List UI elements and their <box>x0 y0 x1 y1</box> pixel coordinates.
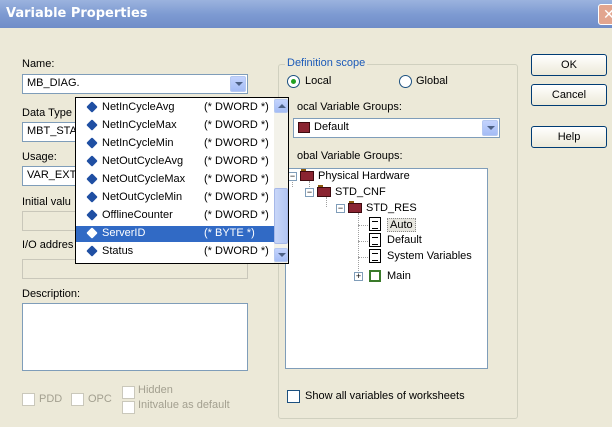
variable-icon <box>86 245 98 257</box>
ok-button[interactable]: OK <box>531 54 607 76</box>
expand-icon[interactable]: + <box>354 272 363 281</box>
local-label: Local <box>305 75 332 87</box>
show-all-label: Show all variables of worksheets <box>305 390 465 402</box>
list-item[interactable]: NetOutCycleMin (* DWORD *) <box>76 190 276 206</box>
document-icon <box>369 217 381 231</box>
list-item[interactable]: NetInCycleMax (* DWORD *) <box>76 118 276 134</box>
io-address-label: I/O addres <box>22 239 74 251</box>
variable-icon <box>86 173 98 185</box>
opc-checkbox <box>71 393 84 406</box>
list-item[interactable]: Status (* DWORD *) <box>76 244 276 260</box>
local-groups-value: Default <box>314 121 349 133</box>
chevron-down-icon[interactable] <box>482 120 498 136</box>
name-combobox[interactable]: MB_DIAG. <box>22 74 248 94</box>
collapse-icon[interactable]: − <box>336 204 345 213</box>
usage-label: Usage: <box>22 151 57 163</box>
usage-field[interactable]: VAR_EXT <box>22 166 82 186</box>
program-icon <box>369 270 381 282</box>
hidden-label: Hidden <box>138 384 173 396</box>
collapse-icon[interactable]: − <box>305 188 314 197</box>
list-item[interactable]: NetOutCycleMax (* DWORD *) <box>76 172 276 188</box>
initvalue-label: Initvalue as default <box>138 399 230 411</box>
initial-value-label: Initial valu <box>22 196 71 208</box>
tree-node-auto[interactable]: Auto <box>369 217 429 233</box>
autocomplete-popup[interactable]: NetInCycleAvg (* DWORD *) NetInCycleMax … <box>75 97 289 264</box>
definition-scope-label: Definition scope <box>285 57 368 69</box>
description-label: Description: <box>22 288 81 300</box>
variable-icon <box>86 227 98 239</box>
opc-label: OPC <box>88 393 112 405</box>
description-textarea[interactable] <box>22 303 248 371</box>
pdd-label: PDD <box>39 393 63 405</box>
title-bar: Variable Properties ✕ <box>0 0 612 28</box>
initial-value-field <box>22 211 82 231</box>
variable-icon <box>86 101 98 113</box>
list-item-selected[interactable]: ServerID (* BYTE *) <box>76 226 276 242</box>
folder-icon <box>298 122 310 133</box>
variable-icon <box>86 191 98 203</box>
global-radio[interactable] <box>399 75 412 88</box>
name-value: MB_DIAG. <box>27 77 80 89</box>
scroll-up-icon[interactable] <box>274 99 288 113</box>
local-groups-combobox[interactable]: Default <box>293 118 500 138</box>
variable-icon <box>86 155 98 167</box>
cancel-button[interactable]: Cancel <box>531 84 607 106</box>
scroll-thumb[interactable] <box>274 188 288 244</box>
collapse-icon[interactable]: − <box>288 172 297 181</box>
document-icon <box>369 249 381 263</box>
global-label: Global <box>416 75 448 87</box>
folder-icon <box>317 185 331 197</box>
scroll-down-icon[interactable] <box>274 248 288 262</box>
window-title: Variable Properties <box>6 6 148 21</box>
document-icon <box>369 233 381 247</box>
name-label: Name: <box>22 58 55 70</box>
global-groups-label: obal Variable Groups: <box>297 150 403 162</box>
close-icon[interactable]: ✕ <box>598 4 612 25</box>
local-groups-label: ocal Variable Groups: <box>297 101 402 113</box>
data-type-label: Data Type <box>22 107 72 119</box>
folder-icon <box>348 201 362 213</box>
popup-scrollbar[interactable] <box>274 98 288 263</box>
variable-icon <box>86 119 98 131</box>
pdd-checkbox <box>22 393 35 406</box>
chevron-down-icon[interactable] <box>230 76 246 92</box>
variable-groups-tree[interactable]: − Physical Hardware − STD_CNF − STD_RES … <box>285 168 488 369</box>
folder-icon <box>300 169 314 181</box>
initvalue-checkbox <box>122 401 135 414</box>
list-item[interactable]: NetInCycleAvg (* DWORD *) <box>76 100 276 116</box>
variable-icon <box>86 209 98 221</box>
hidden-checkbox <box>122 386 135 399</box>
variable-icon <box>86 137 98 149</box>
list-item[interactable]: OfflineCounter (* DWORD *) <box>76 208 276 224</box>
list-item[interactable]: NetInCycleMin (* DWORD *) <box>76 136 276 152</box>
data-type-field[interactable]: MBT_STA <box>22 122 82 142</box>
usage-value: VAR_EXT <box>27 169 77 181</box>
list-item[interactable]: NetOutCycleAvg (* DWORD *) <box>76 154 276 170</box>
local-radio[interactable] <box>287 75 300 88</box>
show-all-checkbox[interactable] <box>287 390 300 403</box>
data-type-value: MBT_STA <box>27 125 77 137</box>
help-button[interactable]: Help <box>531 126 607 148</box>
